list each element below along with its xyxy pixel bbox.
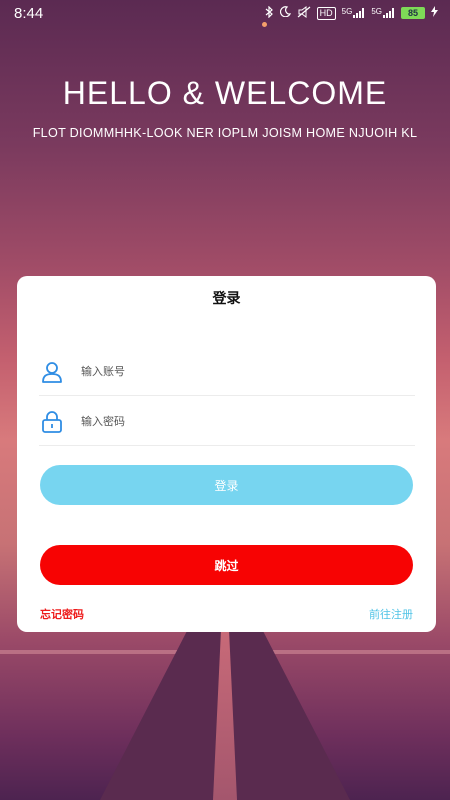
status-time: 8:44: [14, 4, 44, 22]
account-input[interactable]: [81, 365, 415, 378]
user-icon: [39, 359, 65, 385]
account-field: [39, 348, 415, 396]
forgot-password-link[interactable]: 忘记密码: [40, 606, 84, 622]
signal-icon: 5G: [342, 8, 366, 18]
battery-icon: 85: [401, 7, 425, 19]
login-card-title: 登录: [212, 291, 241, 307]
password-field: [39, 398, 415, 446]
password-input[interactable]: [81, 415, 415, 428]
hd-icon: HD: [316, 6, 336, 20]
register-link[interactable]: 前往注册: [369, 606, 413, 622]
signal-icon: 5G: [371, 8, 395, 18]
mute-icon: [297, 5, 311, 21]
status-bar: 8:44 HD 5G 5G 85: [0, 0, 450, 26]
moon-icon: [279, 6, 291, 20]
welcome-subtitle: FLOT DIOMMHHK-LOOK NER IOPLM JOISM HOME …: [32, 126, 418, 140]
login-card: 登录 登录 跳过 忘记密码 前往注册: [17, 276, 436, 632]
login-button[interactable]: 登录: [40, 465, 413, 505]
status-icons: HD 5G 5G 85: [265, 5, 438, 21]
welcome-title: HELLO & WELCOME: [62, 75, 388, 111]
charging-icon: [431, 6, 438, 20]
skip-button[interactable]: 跳过: [40, 545, 413, 585]
notification-dot: [262, 22, 267, 27]
bluetooth-icon: [265, 5, 274, 21]
lock-icon: [39, 409, 65, 435]
